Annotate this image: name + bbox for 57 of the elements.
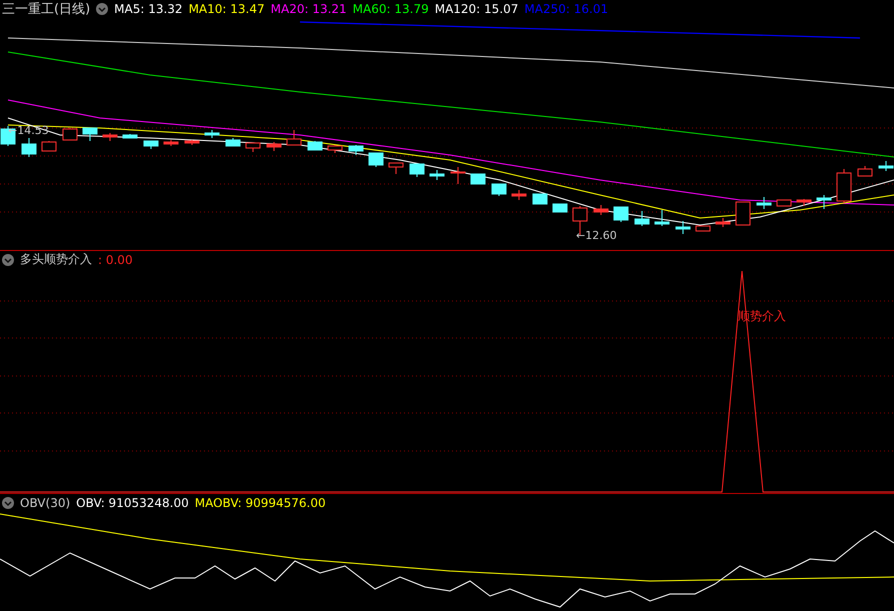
candlestick: [308, 140, 322, 150]
candlestick: [512, 190, 526, 200]
moving-average-value: MA60: 13.79: [352, 2, 429, 16]
candlestick: [82, 128, 98, 142]
candlestick: [696, 226, 710, 232]
moving-average-value: MA20: 13.21: [270, 2, 347, 16]
candlestick: [816, 194, 832, 210]
candlestick: [184, 140, 200, 146]
candlestick: [102, 132, 118, 142]
chevron-down-icon[interactable]: [2, 496, 14, 508]
low-price-label: ←12.60: [576, 229, 617, 242]
candlestick: [368, 152, 384, 168]
moving-average-value: MA10: 13.47: [188, 2, 265, 16]
candlestick: [348, 144, 364, 156]
moving-average-value: MA5: 13.32: [114, 2, 183, 16]
candlestick: [286, 130, 302, 146]
candlestick: [676, 220, 690, 234]
candlestick: [634, 210, 650, 226]
candlestick: [858, 166, 872, 176]
candlestick: [532, 194, 548, 204]
candlestick: [736, 202, 750, 226]
indicator-name: OBV(30): [20, 496, 70, 510]
candlestick: [836, 168, 852, 204]
candlestick: [430, 170, 444, 180]
indicator-value: : 0.00: [98, 252, 133, 266]
moving-average-value: MA120: 15.07: [434, 2, 518, 16]
candlestick: [22, 138, 36, 158]
candlestick: [328, 144, 342, 154]
candlestick: [470, 174, 486, 184]
stock-title: 三一重工(日线): [2, 1, 90, 18]
candlestick: [552, 204, 568, 212]
candlestick: [388, 162, 404, 174]
chevron-down-icon[interactable]: [96, 3, 108, 15]
moving-average-value: MA250: 16.01: [524, 2, 608, 16]
candlestick: [144, 140, 158, 150]
candlestick: [246, 142, 260, 152]
candlestick: [450, 166, 466, 184]
candlestick: [122, 134, 138, 138]
candlestick: [164, 140, 178, 146]
indicator-value: OBV: 91053248.00: [76, 496, 189, 510]
candlestick: [594, 204, 608, 216]
candlestick: [614, 206, 628, 222]
candlestick: [62, 128, 78, 140]
candlestick: [776, 200, 792, 206]
indicator-name: 多头顺势介入: [20, 251, 92, 268]
indicator-value: MAOBV: 90994576.00: [194, 496, 326, 510]
candlestick: [226, 138, 240, 146]
candlestick: [492, 184, 506, 196]
candlestick: [654, 210, 670, 226]
candlestick: [716, 218, 730, 228]
candlestick: [796, 198, 812, 206]
chevron-down-icon[interactable]: [2, 254, 14, 266]
candlestick: [42, 140, 56, 152]
candlestick: [266, 142, 282, 152]
candlestick: [878, 160, 894, 172]
candlestick: [756, 196, 772, 210]
candlestick: [410, 164, 424, 178]
